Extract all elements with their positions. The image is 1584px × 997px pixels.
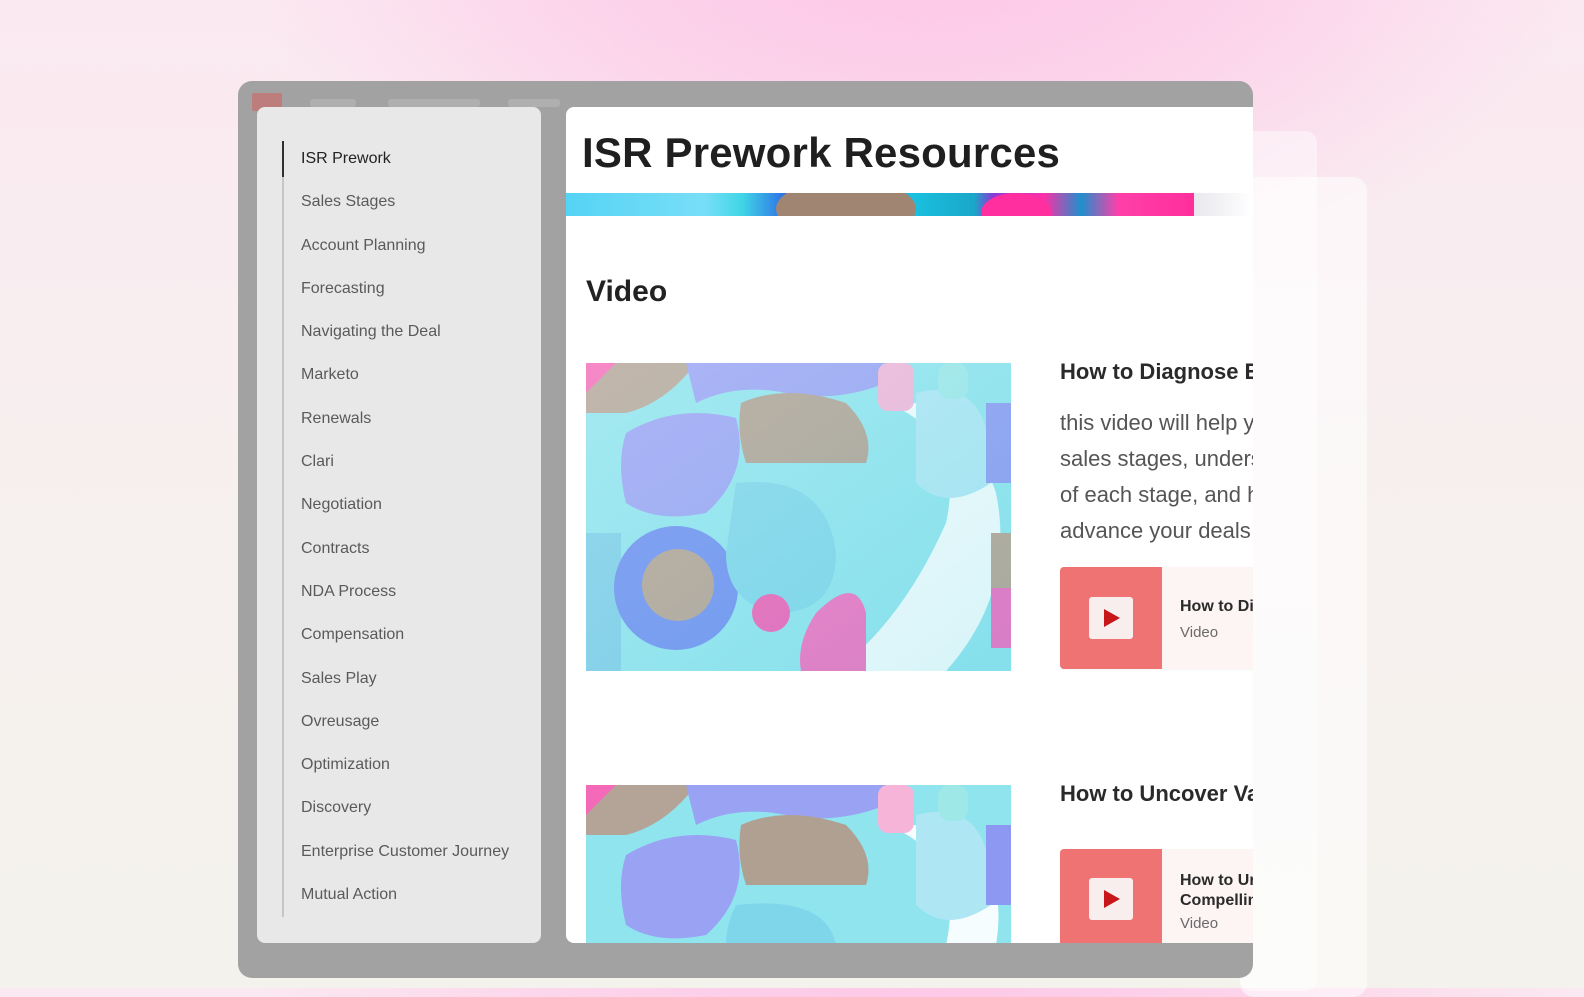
video-title: How to Uncover Va — [1060, 781, 1253, 806]
top-nav-placeholder — [388, 99, 480, 107]
sidebar-item-forecasting[interactable]: Forecasting — [301, 271, 509, 314]
sidebar-item-ovreusage[interactable]: Ovreusage — [301, 704, 509, 747]
header-banner-image — [566, 193, 1194, 216]
sidebar-item-discovery[interactable]: Discovery — [301, 790, 509, 833]
video-thumbnail[interactable] — [586, 363, 1011, 671]
play-tile — [1060, 849, 1162, 943]
app-window: ISR Prework Sales Stages Account Plannin… — [238, 81, 1253, 978]
background-card-ghost — [1240, 177, 1367, 997]
play-icon[interactable] — [1089, 878, 1133, 920]
video-description: this video will help y sales stages, und… — [1060, 410, 1253, 543]
card-title: How to Ur Compellin — [1180, 872, 1253, 909]
card-title: How to Di — [1180, 598, 1253, 615]
section-title: Video — [586, 275, 668, 308]
sidebar-item-contracts[interactable]: Contracts — [301, 531, 509, 574]
video-link-card[interactable]: How to Ur Compellin Video — [1060, 849, 1253, 943]
sidebar-item-navigating-the-deal[interactable]: Navigating the Deal — [301, 314, 509, 357]
sidebar-item-optimization[interactable]: Optimization — [301, 747, 509, 790]
sidebar-item-compensation[interactable]: Compensation — [301, 617, 509, 660]
main-content: ISR Prework Resources Video How to Diagn… — [566, 107, 1253, 943]
video-thumbnail[interactable] — [586, 785, 1011, 943]
sidebar-item-negotiation[interactable]: Negotiation — [301, 487, 509, 530]
sidebar-item-sales-play[interactable]: Sales Play — [301, 661, 509, 704]
sidebar-item-marketo[interactable]: Marketo — [301, 357, 509, 400]
banner-fade — [1194, 193, 1253, 216]
nav-rail — [282, 141, 284, 917]
sidebar-item-sales-stages[interactable]: Sales Stages — [301, 184, 509, 227]
page-title: ISR Prework Resources — [582, 129, 1061, 176]
sidebar-item-account-planning[interactable]: Account Planning — [301, 228, 509, 271]
sidebar-item-nda-process[interactable]: NDA Process — [301, 574, 509, 617]
sidebar-item-isr-prework[interactable]: ISR Prework — [301, 141, 509, 184]
sidebar-list: ISR Prework Sales Stages Account Plannin… — [301, 141, 509, 920]
sidebar-item-renewals[interactable]: Renewals — [301, 401, 509, 444]
top-nav-placeholder — [508, 99, 560, 107]
top-nav-placeholder — [310, 99, 356, 107]
sidebar-item-mutual-action[interactable]: Mutual Action — [301, 877, 509, 920]
card-type: Video — [1180, 624, 1219, 641]
card-type: Video — [1180, 915, 1219, 932]
sidebar-item-clari[interactable]: Clari — [301, 444, 509, 487]
active-nav-indicator — [282, 141, 284, 177]
play-icon[interactable] — [1089, 597, 1133, 639]
play-tile — [1060, 567, 1162, 669]
video-link-card[interactable]: How to Di Video — [1060, 567, 1253, 669]
sidebar-item-enterprise-customer-journey[interactable]: Enterprise Customer Journey — [301, 834, 509, 877]
sidebar-nav: ISR Prework Sales Stages Account Plannin… — [257, 107, 541, 943]
video-title: How to Diagnose E — [1060, 359, 1253, 384]
